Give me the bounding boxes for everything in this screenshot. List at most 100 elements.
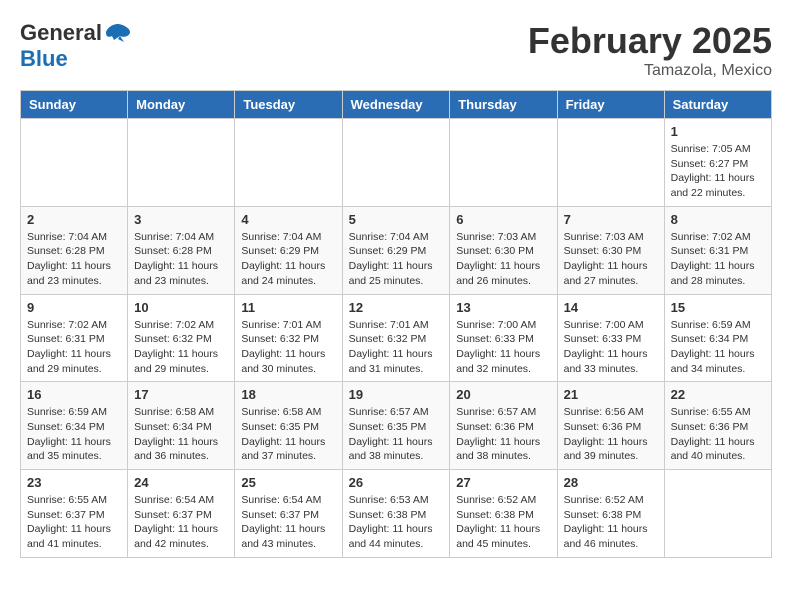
day-info: Sunrise: 7:00 AM Sunset: 6:33 PM Dayligh… (564, 318, 658, 377)
calendar-cell: 3 Sunrise: 7:04 AM Sunset: 6:28 PM Daylig… (128, 206, 235, 294)
calendar-cell: 24 Sunrise: 6:54 AM Sunset: 6:37 PM Dayli… (128, 470, 235, 558)
calendar-cell: 21 Sunrise: 6:56 AM Sunset: 6:36 PM Dayli… (557, 382, 664, 470)
calendar-cell: 5 Sunrise: 7:04 AM Sunset: 6:29 PM Daylig… (342, 206, 450, 294)
day-number: 19 (349, 387, 444, 402)
day-number: 16 (27, 387, 121, 402)
day-number: 17 (134, 387, 228, 402)
calendar-cell: 1 Sunrise: 7:05 AM Sunset: 6:27 PM Daylig… (664, 119, 771, 207)
day-info: Sunrise: 6:59 AM Sunset: 6:34 PM Dayligh… (671, 318, 765, 377)
day-of-week-header: Saturday (664, 91, 771, 119)
calendar-cell (557, 119, 664, 207)
day-info: Sunrise: 7:05 AM Sunset: 6:27 PM Dayligh… (671, 142, 765, 201)
day-number: 11 (241, 300, 335, 315)
location-subtitle: Tamazola, Mexico (528, 62, 772, 80)
month-title: February 2025 (528, 20, 772, 62)
title-section: February 2025 Tamazola, Mexico (528, 20, 772, 80)
day-info: Sunrise: 6:57 AM Sunset: 6:35 PM Dayligh… (349, 405, 444, 464)
calendar-cell: 6 Sunrise: 7:03 AM Sunset: 6:30 PM Daylig… (450, 206, 557, 294)
day-number: 14 (564, 300, 658, 315)
day-info: Sunrise: 6:54 AM Sunset: 6:37 PM Dayligh… (134, 493, 228, 552)
day-info: Sunrise: 6:53 AM Sunset: 6:38 PM Dayligh… (349, 493, 444, 552)
day-info: Sunrise: 6:57 AM Sunset: 6:36 PM Dayligh… (456, 405, 550, 464)
calendar-cell: 20 Sunrise: 6:57 AM Sunset: 6:36 PM Dayli… (450, 382, 557, 470)
calendar-cell: 10 Sunrise: 7:02 AM Sunset: 6:32 PM Dayli… (128, 294, 235, 382)
day-info: Sunrise: 6:52 AM Sunset: 6:38 PM Dayligh… (564, 493, 658, 552)
day-info: Sunrise: 7:02 AM Sunset: 6:32 PM Dayligh… (134, 318, 228, 377)
day-of-week-header: Thursday (450, 91, 557, 119)
day-info: Sunrise: 7:04 AM Sunset: 6:28 PM Dayligh… (134, 230, 228, 289)
calendar-table: SundayMondayTuesdayWednesdayThursdayFrid… (20, 90, 772, 558)
day-info: Sunrise: 6:55 AM Sunset: 6:36 PM Dayligh… (671, 405, 765, 464)
day-of-week-header: Wednesday (342, 91, 450, 119)
calendar-cell: 9 Sunrise: 7:02 AM Sunset: 6:31 PM Daylig… (21, 294, 128, 382)
day-info: Sunrise: 7:03 AM Sunset: 6:30 PM Dayligh… (564, 230, 658, 289)
day-number: 26 (349, 475, 444, 490)
day-number: 3 (134, 212, 228, 227)
logo-bird-icon (104, 22, 132, 44)
logo-general-text: General (20, 20, 102, 46)
day-number: 5 (349, 212, 444, 227)
calendar-cell: 11 Sunrise: 7:01 AM Sunset: 6:32 PM Dayli… (235, 294, 342, 382)
calendar-cell (21, 119, 128, 207)
day-number: 27 (456, 475, 550, 490)
calendar-week-row: 2 Sunrise: 7:04 AM Sunset: 6:28 PM Daylig… (21, 206, 772, 294)
day-number: 28 (564, 475, 658, 490)
calendar-cell: 12 Sunrise: 7:01 AM Sunset: 6:32 PM Dayli… (342, 294, 450, 382)
day-info: Sunrise: 6:54 AM Sunset: 6:37 PM Dayligh… (241, 493, 335, 552)
page-header: General Blue February 2025 Tamazola, Mex… (20, 20, 772, 80)
calendar-week-row: 1 Sunrise: 7:05 AM Sunset: 6:27 PM Daylig… (21, 119, 772, 207)
day-number: 18 (241, 387, 335, 402)
day-number: 4 (241, 212, 335, 227)
calendar-cell (664, 470, 771, 558)
calendar-cell: 25 Sunrise: 6:54 AM Sunset: 6:37 PM Dayli… (235, 470, 342, 558)
day-info: Sunrise: 7:02 AM Sunset: 6:31 PM Dayligh… (671, 230, 765, 289)
day-number: 6 (456, 212, 550, 227)
calendar-week-row: 9 Sunrise: 7:02 AM Sunset: 6:31 PM Daylig… (21, 294, 772, 382)
day-info: Sunrise: 7:01 AM Sunset: 6:32 PM Dayligh… (241, 318, 335, 377)
day-number: 22 (671, 387, 765, 402)
day-number: 10 (134, 300, 228, 315)
calendar-week-row: 23Sunrise: 6:55 AM Sunset: 6:37 PM Dayli… (21, 470, 772, 558)
calendar-cell: 17 Sunrise: 6:58 AM Sunset: 6:34 PM Dayli… (128, 382, 235, 470)
day-number: 24 (134, 475, 228, 490)
day-of-week-header: Friday (557, 91, 664, 119)
day-number: 13 (456, 300, 550, 315)
logo-blue-text: Blue (20, 46, 68, 72)
day-number: 25 (241, 475, 335, 490)
day-number: 21 (564, 387, 658, 402)
day-info: Sunrise: 7:03 AM Sunset: 6:30 PM Dayligh… (456, 230, 550, 289)
day-number: 8 (671, 212, 765, 227)
day-number: 1 (671, 124, 765, 139)
day-info: Sunrise: 7:01 AM Sunset: 6:32 PM Dayligh… (349, 318, 444, 377)
day-number: 12 (349, 300, 444, 315)
day-info: Sunrise: 7:00 AM Sunset: 6:33 PM Dayligh… (456, 318, 550, 377)
day-info: Sunrise: 6:56 AM Sunset: 6:36 PM Dayligh… (564, 405, 658, 464)
logo: General Blue (20, 20, 132, 72)
day-number: 2 (27, 212, 121, 227)
calendar-cell: 15Sunrise: 6:59 AM Sunset: 6:34 PM Dayli… (664, 294, 771, 382)
day-number: 9 (27, 300, 121, 315)
calendar-cell: 19 Sunrise: 6:57 AM Sunset: 6:35 PM Dayli… (342, 382, 450, 470)
calendar-cell: 22 Sunrise: 6:55 AM Sunset: 6:36 PM Dayli… (664, 382, 771, 470)
day-info: Sunrise: 6:58 AM Sunset: 6:35 PM Dayligh… (241, 405, 335, 464)
day-info: Sunrise: 7:04 AM Sunset: 6:29 PM Dayligh… (349, 230, 444, 289)
calendar-cell: 28 Sunrise: 6:52 AM Sunset: 6:38 PM Dayli… (557, 470, 664, 558)
calendar-header-row: SundayMondayTuesdayWednesdayThursdayFrid… (21, 91, 772, 119)
calendar-cell (450, 119, 557, 207)
calendar-cell: 13 Sunrise: 7:00 AM Sunset: 6:33 PM Dayli… (450, 294, 557, 382)
day-info: Sunrise: 6:58 AM Sunset: 6:34 PM Dayligh… (134, 405, 228, 464)
day-info: Sunrise: 6:52 AM Sunset: 6:38 PM Dayligh… (456, 493, 550, 552)
day-info: Sunrise: 7:04 AM Sunset: 6:28 PM Dayligh… (27, 230, 121, 289)
calendar-cell: 16Sunrise: 6:59 AM Sunset: 6:34 PM Dayli… (21, 382, 128, 470)
day-number: 7 (564, 212, 658, 227)
calendar-cell (235, 119, 342, 207)
calendar-cell: 4 Sunrise: 7:04 AM Sunset: 6:29 PM Daylig… (235, 206, 342, 294)
day-info: Sunrise: 7:04 AM Sunset: 6:29 PM Dayligh… (241, 230, 335, 289)
calendar-cell: 7 Sunrise: 7:03 AM Sunset: 6:30 PM Daylig… (557, 206, 664, 294)
day-number: 20 (456, 387, 550, 402)
calendar-cell (342, 119, 450, 207)
day-of-week-header: Monday (128, 91, 235, 119)
day-of-week-header: Sunday (21, 91, 128, 119)
day-info: Sunrise: 7:02 AM Sunset: 6:31 PM Dayligh… (27, 318, 121, 377)
day-info: Sunrise: 6:55 AM Sunset: 6:37 PM Dayligh… (27, 493, 121, 552)
